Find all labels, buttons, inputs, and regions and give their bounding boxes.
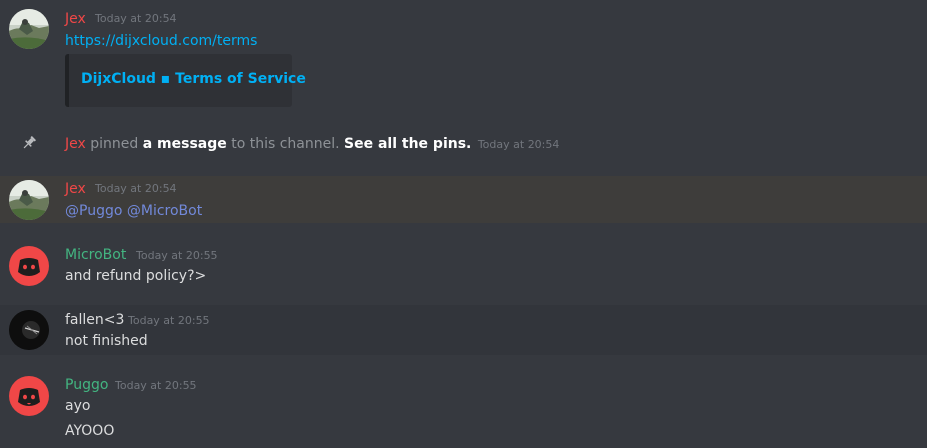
message-content: @Puggo @MicroBot [65,201,202,221]
avatar-jex[interactable] [9,180,49,220]
message-text: not finished [65,333,148,349]
timestamp: Today at 20:55 [128,314,210,327]
timestamp: Today at 20:54 [95,182,177,195]
mention-puggo[interactable]: @Puggo [65,203,122,219]
pin-verb: pinned [90,136,139,152]
discord-logo-icon [18,258,40,276]
message-text-line-2: AYOOO [65,423,115,439]
pin-text: Jex pinned a message to this channel. Se… [65,134,559,155]
message-fallen: fallen<3 Today at 20:55 not finished [0,305,927,355]
message-puggo: Puggo Today at 20:55 ayo AYOOO [0,368,927,448]
avatar-microbot[interactable] [9,246,49,286]
avatar-image [9,9,49,49]
message-text-line-1: ayo [65,398,91,414]
message-jex-mentions: Jex Today at 20:54 @Puggo @MicroBot [0,176,927,223]
discord-logo-icon [18,388,40,406]
timestamp: Today at 20:55 [115,379,197,392]
author-name[interactable]: Jex [65,180,86,198]
see-all-pins-link[interactable]: See all the pins. [344,136,471,152]
author-name[interactable]: Puggo [65,376,108,394]
message-text: and refund policy?> [65,268,207,284]
message-jex-link: Jex Today at 20:54 https://dijxcloud.com… [0,0,927,120]
author-name[interactable]: Jex [65,10,86,28]
pin-timestamp: Today at 20:54 [477,138,560,151]
avatar-jex[interactable] [9,9,49,49]
avatar-puggo[interactable] [9,376,49,416]
author-name[interactable]: MicroBot [65,246,126,264]
message-content: https://dijxcloud.com/terms [65,31,257,51]
pinned-message-link[interactable]: a message [143,136,227,152]
timestamp: Today at 20:55 [136,249,218,262]
pin-mid-text: to this channel. [231,136,340,152]
avatar-image [9,180,49,220]
author-name[interactable]: fallen<3 [65,311,124,329]
avatar-image [9,310,49,350]
embed-title[interactable]: DijxCloud ▪ Terms of Service [81,71,306,87]
terms-link[interactable]: https://dijxcloud.com/terms [65,33,257,49]
timestamp: Today at 20:54 [95,12,177,25]
pin-icon [23,136,36,149]
message-microbot: MicroBot Today at 20:55 and refund polic… [0,238,927,298]
pin-author[interactable]: Jex [65,136,86,152]
link-embed: DijxCloud ▪ Terms of Service [65,54,306,107]
mention-microbot[interactable]: @MicroBot [127,203,202,219]
avatar-fallen[interactable] [9,310,49,350]
